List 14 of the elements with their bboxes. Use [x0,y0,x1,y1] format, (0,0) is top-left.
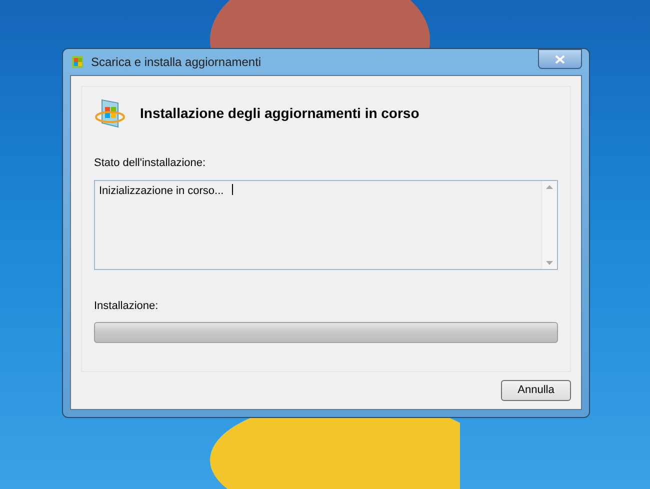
scroll-up-icon[interactable] [546,184,553,188]
windows-update-icon [94,97,126,129]
scroll-down-icon[interactable] [546,260,553,264]
window-title: Scarica e installa aggiornamenti [91,54,262,71]
text-caret [232,184,233,194]
status-log-text: Inizializzazione in corso... [98,184,225,198]
update-icon [70,54,86,70]
close-button[interactable] [538,49,582,69]
status-label: Stato dell'installazione: [94,156,207,171]
cancel-button[interactable]: Annulla [501,380,571,401]
close-icon [555,54,565,64]
status-log-field[interactable]: Inizializzazione in corso... [94,180,558,270]
dialog-heading: Installazione degli aggiornamenti in corso [140,104,420,123]
progress-label: Installazione: [94,298,160,314]
